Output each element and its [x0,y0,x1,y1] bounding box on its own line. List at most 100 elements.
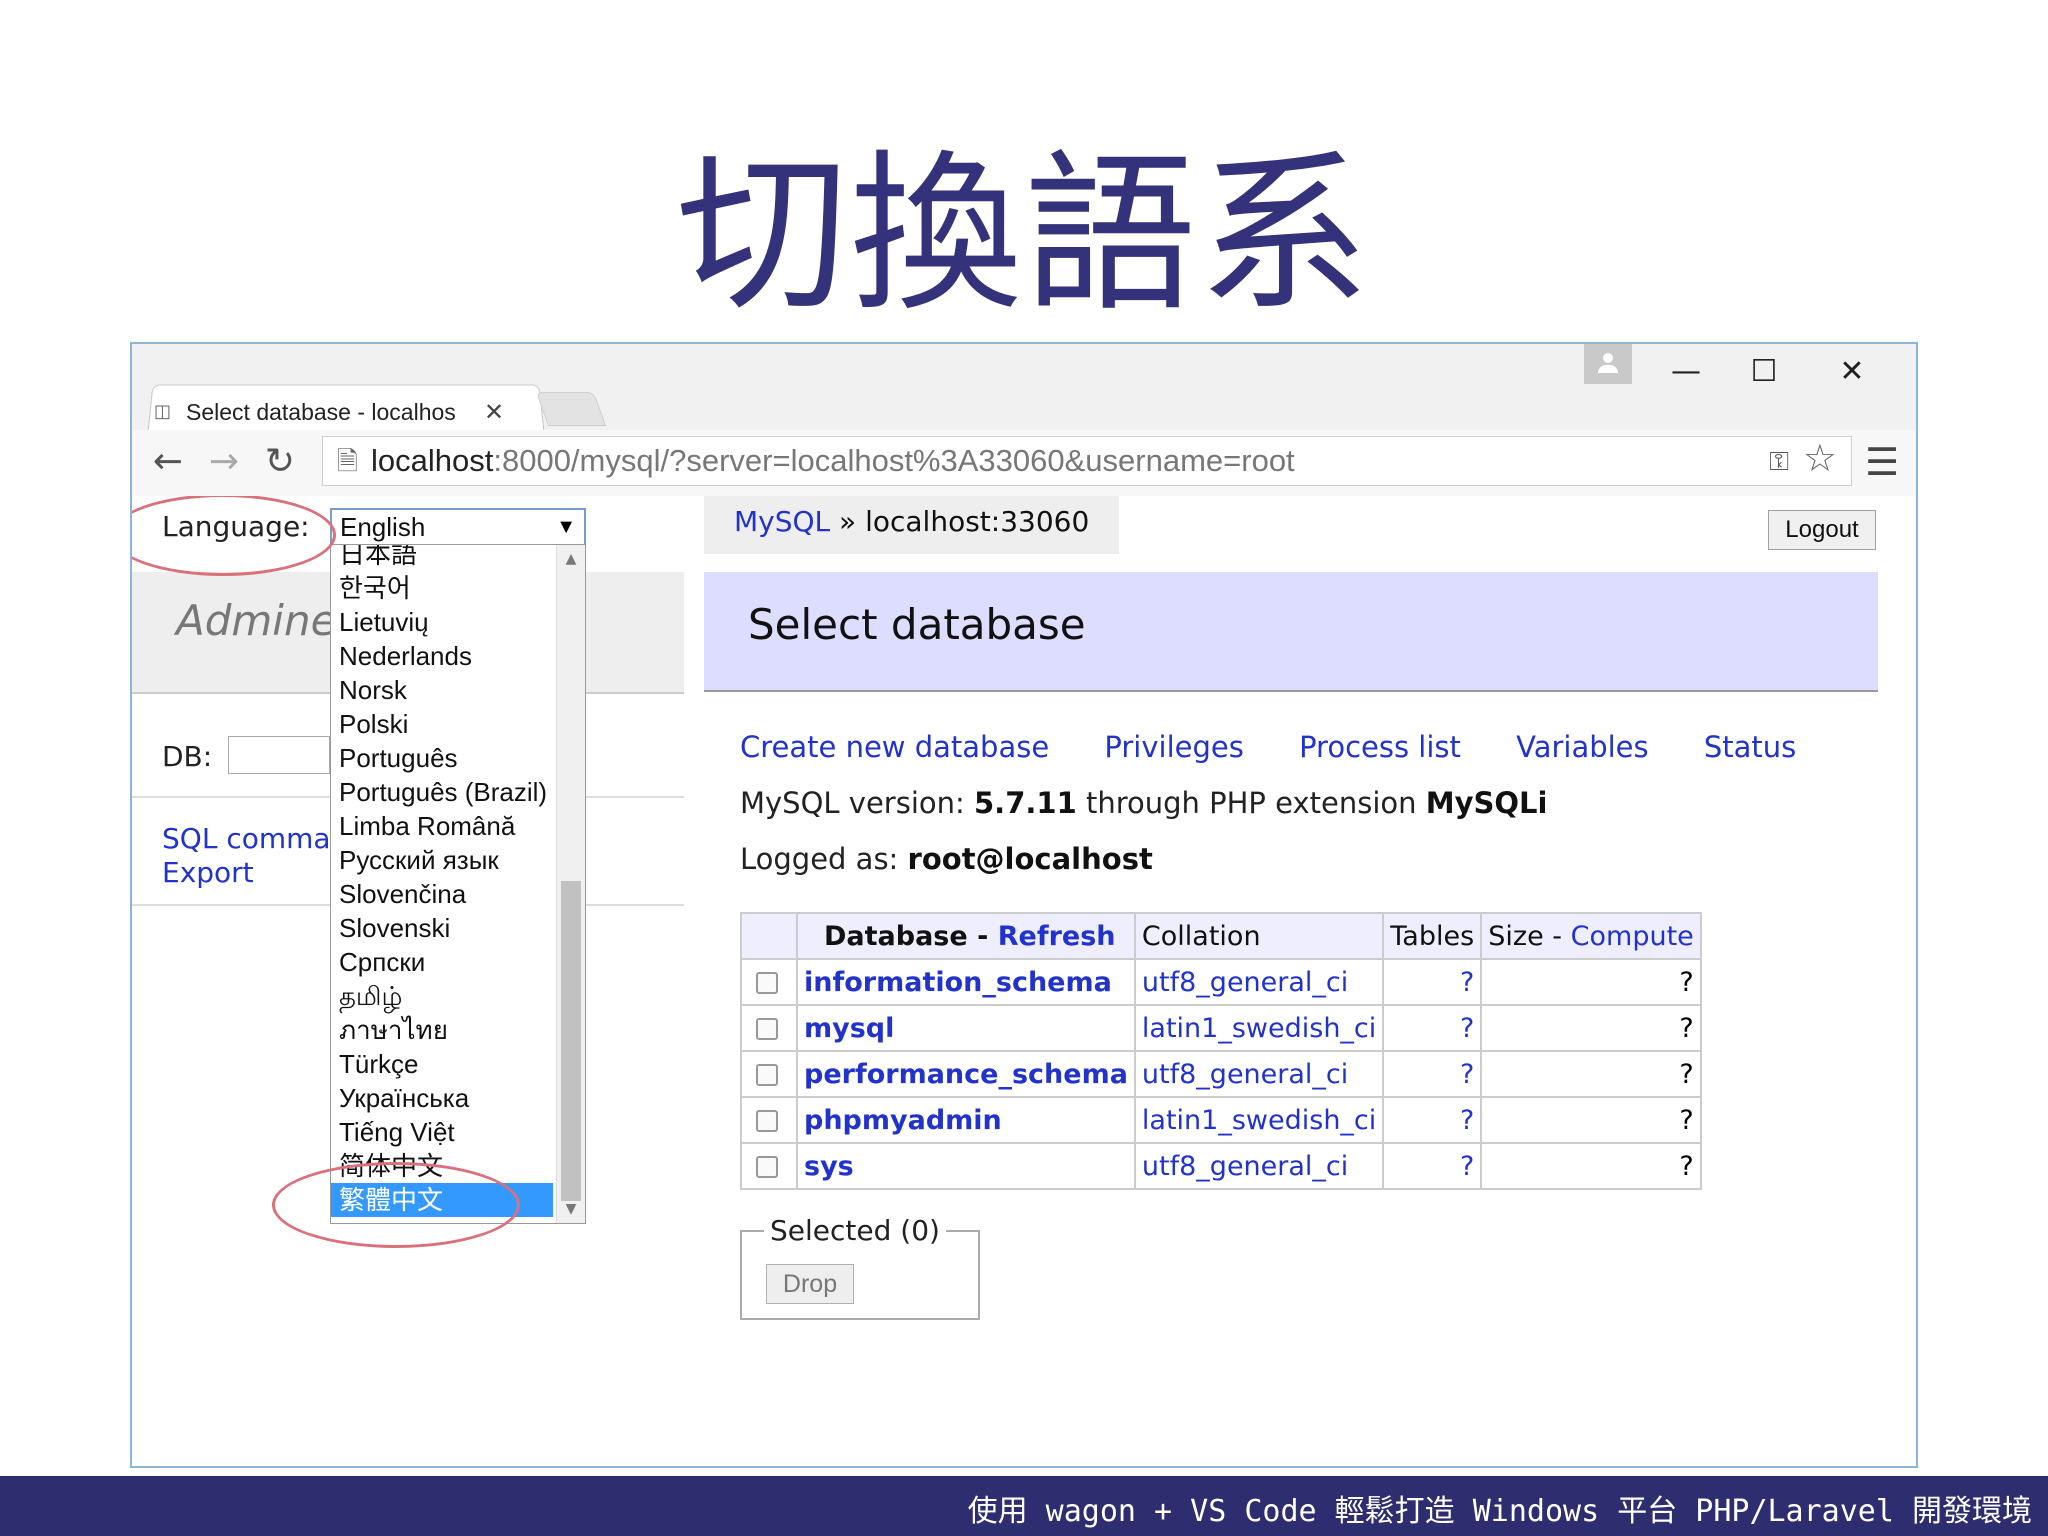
scroll-up-icon[interactable]: ▲ [557,545,585,573]
address-host: localhost [371,443,494,478]
row-checkbox[interactable] [756,1156,778,1178]
collation-link[interactable]: latin1_swedish_ci [1142,1105,1376,1136]
menu-icon[interactable]: ☰ [1862,440,1902,484]
language-option[interactable]: Tiếng Việt [331,1115,553,1149]
tables-cell: ? [1382,1050,1483,1098]
row-checkbox[interactable] [756,1110,778,1132]
language-option[interactable]: 한국어 [331,571,553,605]
header-sep: - [1543,920,1571,952]
language-option[interactable]: Nederlands [331,639,553,673]
page-icon: 🗎 [337,446,358,476]
collation-column-header: Collation [1133,912,1385,960]
database-name-link[interactable]: sys [804,1151,854,1182]
create-database-link[interactable]: Create new database [740,730,1049,764]
language-option[interactable]: தமிழ் [331,979,553,1013]
logged-info: Logged as: root@localhost [740,842,1153,876]
selected-fieldset: Selected (0) Drop [740,1214,980,1320]
language-option[interactable]: ภาษาไทย [331,1013,553,1047]
refresh-link[interactable]: Refresh [998,921,1116,952]
dropdown-arrow-icon: ▼ [556,516,576,538]
row-checkbox-cell [740,1096,798,1144]
language-option[interactable]: Slovenčina [331,877,553,911]
export-link[interactable]: Export [162,856,254,889]
database-name-link[interactable]: phpmyadmin [804,1105,1002,1136]
forward-icon[interactable]: → [202,440,246,484]
select-all-header[interactable] [740,912,798,960]
reload-icon[interactable]: ↻ [258,440,302,484]
tables-count-link[interactable]: ? [1460,1059,1474,1090]
collation-link[interactable]: latin1_swedish_ci [1142,1013,1376,1044]
selected-legend: Selected (0) [764,1214,946,1247]
new-tab-button[interactable] [535,392,607,426]
language-option[interactable]: Українська [331,1081,553,1115]
tab-close-icon[interactable]: ✕ [484,398,504,426]
row-checkbox-cell [740,1142,798,1190]
language-option[interactable]: Српски [331,945,553,979]
size-header-label: Size [1488,920,1544,952]
tables-count-link[interactable]: ? [1460,1013,1474,1044]
language-dropdown-list[interactable]: 繁體中文 简体中文 Tiếng Việt Українська Türkçe ภาษาไท… [330,544,586,1224]
variables-link[interactable]: Variables [1516,730,1649,764]
tables-count-link[interactable]: ? [1460,1105,1474,1136]
minimize-icon[interactable]: — [1656,352,1716,392]
address-text: localhost:8000/mysql/?server=localhost%3… [371,437,1295,485]
tables-count-link[interactable]: ? [1460,1151,1474,1182]
collation-link[interactable]: utf8_general_ci [1142,1059,1348,1090]
page-favicon-icon: ◫ [154,401,172,422]
language-option[interactable]: 日本語 [331,545,553,571]
size-column-header: Size - Compute [1480,912,1702,960]
status-link[interactable]: Status [1704,730,1796,764]
collation-cell: latin1_swedish_ci [1133,1004,1385,1052]
row-checkbox-cell [740,1004,798,1052]
adminer-logo[interactable]: Adminer [176,596,354,645]
key-icon[interactable]: ⚿ [1769,437,1789,485]
footer-bar: 使用 wagon + VS Code 輕鬆打造 Windows 平台 PHP/L… [0,1476,2048,1536]
logout-button[interactable]: Logout [1768,510,1876,550]
language-option[interactable]: Türkçe [331,1047,553,1081]
privileges-link[interactable]: Privileges [1104,730,1243,764]
language-option[interactable]: Lietuvių [331,605,553,639]
tab-content[interactable]: ◫ Select database - localhos ✕ [154,394,534,430]
database-name-link[interactable]: performance_schema [804,1059,1128,1090]
language-option[interactable]: Slovenski [331,911,553,945]
language-option[interactable]: Русский язык [331,843,553,877]
database-name-cell: sys [796,1142,1136,1190]
language-select[interactable]: English ▼ [330,508,586,546]
tables-count-link[interactable]: ? [1460,967,1474,998]
scroll-down-icon[interactable]: ▼ [557,1195,585,1223]
language-option[interactable]: Português [331,741,553,775]
collation-cell: utf8_general_ci [1133,1050,1385,1098]
compute-link[interactable]: Compute [1571,921,1694,952]
collation-link[interactable]: utf8_general_ci [1142,967,1348,998]
database-name-link[interactable]: mysql [804,1013,894,1044]
db-select[interactable] [228,736,330,774]
browser-toolbar: ← → ↻ 🗎 localhost:8000/mysql/?server=loc… [132,430,1916,497]
row-checkbox[interactable] [756,1064,778,1086]
row-checkbox[interactable] [756,972,778,994]
star-icon[interactable]: ☆ [1803,435,1837,483]
language-option[interactable]: Polski [331,707,553,741]
table-row: mysql latin1_swedish_ci?? [740,1004,1702,1052]
collation-link[interactable]: utf8_general_ci [1142,1151,1348,1182]
drop-button[interactable]: Drop [766,1264,854,1304]
back-icon[interactable]: ← [146,440,190,484]
table-row: phpmyadmin latin1_swedish_ci?? [740,1096,1702,1144]
process-list-link[interactable]: Process list [1299,730,1461,764]
database-name-link[interactable]: information_schema [804,967,1112,998]
address-bar[interactable]: 🗎 localhost:8000/mysql/?server=localhost… [322,436,1852,486]
language-option[interactable]: Limba Română [331,809,553,843]
profile-icon[interactable] [1584,344,1632,384]
language-option[interactable]: Norsk [331,673,553,707]
tab-title: Select database - localhos [186,398,456,425]
breadcrumb-mysql-link[interactable]: MySQL [734,505,830,538]
scroll-thumb[interactable] [561,881,581,1201]
tables-cell: ? [1382,958,1483,1006]
table-header-row: Database - Refresh Collation Tables Size… [740,912,1702,960]
close-window-icon[interactable]: ✕ [1822,352,1882,392]
dropdown-scrollbar[interactable]: ▲ ▼ [556,545,585,1223]
language-option[interactable]: Português (Brazil) [331,775,553,809]
maximize-icon[interactable]: ☐ [1734,352,1794,392]
database-table: Database - Refresh Collation Tables Size… [740,912,1702,1190]
row-checkbox[interactable] [756,1018,778,1040]
footer-text: 使用 wagon + VS Code 輕鬆打造 Windows 平台 PHP/L… [967,1494,2032,1529]
